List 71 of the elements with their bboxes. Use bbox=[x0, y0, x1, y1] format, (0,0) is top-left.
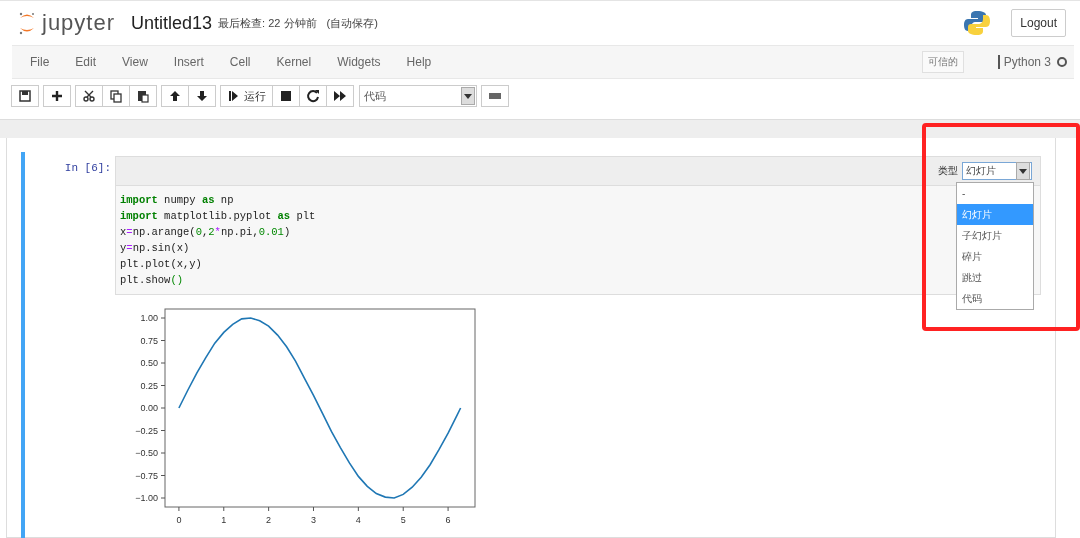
y-tick-label: −0.50 bbox=[135, 448, 158, 458]
x-tick-label: 1 bbox=[221, 515, 227, 525]
fast-forward-icon bbox=[333, 89, 347, 103]
copy-button[interactable] bbox=[102, 85, 130, 107]
y-tick-label: 0.00 bbox=[140, 403, 158, 413]
x-tick-label: 6 bbox=[445, 515, 451, 525]
y-tick-label: −1.00 bbox=[135, 493, 158, 503]
cell-type-select[interactable]: 代码 bbox=[359, 85, 477, 107]
y-tick-label: 0.50 bbox=[140, 358, 158, 368]
y-tick-label: 0.25 bbox=[140, 380, 158, 391]
menu-item[interactable]: Insert bbox=[161, 55, 218, 69]
dropdown-option[interactable]: 碎片 bbox=[957, 246, 1033, 267]
slide-type-label: 类型 bbox=[938, 164, 958, 178]
save-button[interactable] bbox=[11, 85, 39, 107]
paste-icon bbox=[136, 89, 150, 103]
code-line: import matplotlib.pyplot as plt bbox=[120, 209, 316, 224]
logout-button[interactable]: Logout bbox=[1011, 9, 1066, 37]
move-up-button[interactable] bbox=[161, 85, 189, 107]
notebook-name[interactable]: Untitled13 bbox=[131, 12, 213, 34]
plus-icon bbox=[50, 89, 64, 103]
menu-item[interactable]: Cell bbox=[217, 55, 265, 69]
autosave-text: (自动保存) bbox=[326, 15, 378, 31]
jupyter-logo-icon bbox=[18, 11, 36, 35]
y-tick-label: −0.25 bbox=[135, 425, 158, 436]
menu-item[interactable]: File bbox=[18, 55, 64, 69]
menu-item[interactable]: Edit bbox=[63, 55, 111, 69]
command-palette-button[interactable] bbox=[481, 85, 509, 107]
stop-icon bbox=[279, 89, 293, 103]
kernel-name: Python 3 bbox=[997, 55, 1051, 69]
input-prompt: In [6]: bbox=[63, 161, 112, 176]
checkpoint-text: 最后检查: 22 分钟前 bbox=[218, 15, 317, 31]
dropdown-option[interactable]: 子幻灯片 bbox=[957, 225, 1033, 246]
insert-cell-button[interactable] bbox=[43, 85, 71, 107]
code-line: x=np.arange(0,2*np.pi,0.01) bbox=[120, 225, 291, 240]
restart-button[interactable] bbox=[299, 85, 327, 107]
scissors-icon bbox=[82, 89, 96, 103]
cut-button[interactable] bbox=[75, 85, 103, 107]
menu-item[interactable]: View bbox=[110, 55, 162, 69]
snake-logo-icon bbox=[963, 9, 992, 37]
caret-icon bbox=[464, 93, 472, 99]
code-line: y=np.sin(x) bbox=[120, 241, 190, 256]
x-tick-label: 5 bbox=[400, 515, 406, 525]
y-tick-label: 1.00 bbox=[140, 313, 158, 323]
trusted-indicator[interactable]: 可信的 bbox=[921, 51, 964, 73]
copy-icon bbox=[109, 89, 123, 103]
y-tick-label: 0.75 bbox=[140, 335, 158, 346]
x-tick-label: 2 bbox=[266, 515, 272, 525]
run-all-button[interactable] bbox=[326, 85, 354, 107]
dropdown-option[interactable]: 跳过 bbox=[957, 267, 1033, 288]
save-icon bbox=[18, 89, 32, 103]
x-tick-label: 0 bbox=[176, 515, 182, 525]
caret-icon bbox=[1019, 168, 1027, 174]
code-line: plt.plot(x,y) bbox=[120, 257, 202, 272]
code-line: plt.show() bbox=[120, 273, 184, 288]
logo-text: jupyter bbox=[42, 10, 116, 36]
dropdown-option[interactable]: - bbox=[957, 183, 1033, 204]
move-down-button[interactable] bbox=[188, 85, 216, 107]
menu-item[interactable]: Kernel bbox=[264, 55, 326, 69]
interrupt-button[interactable] bbox=[272, 85, 300, 107]
slide-type-select[interactable]: 幻灯片 bbox=[962, 162, 1032, 180]
menu-item[interactable]: Widgets bbox=[325, 55, 395, 69]
run-button[interactable]: 运行 bbox=[220, 85, 273, 107]
code-line: import numpy as np bbox=[120, 193, 234, 208]
x-tick-label: 3 bbox=[311, 515, 316, 525]
down-arrow-icon bbox=[195, 89, 209, 103]
paste-button[interactable] bbox=[129, 85, 157, 107]
restart-icon bbox=[306, 89, 320, 103]
y-tick-label: −0.75 bbox=[135, 470, 158, 481]
menu-item[interactable]: Help bbox=[394, 55, 446, 69]
x-tick-label: 4 bbox=[355, 515, 361, 525]
up-arrow-icon bbox=[168, 89, 182, 103]
